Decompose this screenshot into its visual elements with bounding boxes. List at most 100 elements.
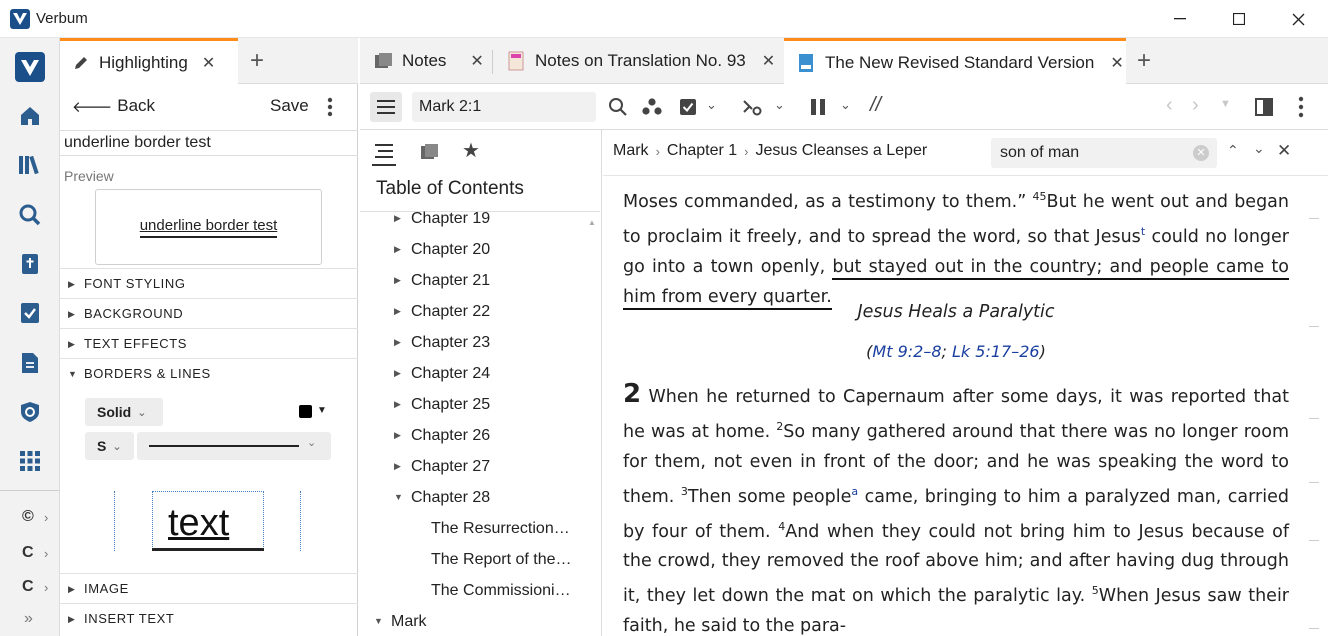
more-options-icon[interactable] [326,96,338,118]
search-icon[interactable] [606,95,630,119]
expand-icon[interactable]: ▶ [394,358,401,389]
history-dropdown-icon[interactable]: ▼ [1220,98,1231,110]
tab-notes[interactable]: Notes ✕ [374,38,492,84]
app-title: Verbum [36,10,88,27]
panel-layout-icon[interactable] [1252,95,1276,119]
close-tab-icon[interactable]: ✕ [470,51,483,71]
add-tab-button[interactable]: + [1137,47,1151,75]
border-size-dropdown[interactable]: S ⌄ [85,432,134,460]
section-text-effects[interactable]: ▶ TEXT EFFECTS [60,328,358,358]
toc-item-label: Chapter 23 [411,334,491,351]
sync-link-icon[interactable] [740,95,764,119]
toc-item[interactable]: ▶ Chapter 24 [360,358,600,389]
color-dropdown-icon[interactable]: ▼ [317,405,327,416]
parallel-slashes-icon[interactable]: // [870,94,881,117]
chevron-right-icon[interactable]: › [44,510,48,525]
tab-nrsv[interactable]: The New Revised Standard Version ✕ [784,38,1126,84]
xref-link[interactable]: Mt 9:2–8 [872,342,941,361]
breadcrumb-chapter[interactable]: Chapter 1 [667,142,737,160]
parallel-icon[interactable] [806,95,830,119]
shortcut-copyright[interactable]: © [22,508,34,526]
tab-favorites-star-icon[interactable]: ★ [462,138,480,163]
document-icon[interactable] [14,347,46,379]
close-search-icon[interactable]: ✕ [1277,141,1291,161]
next-match-icon[interactable]: ⌄ [1253,140,1265,157]
toc-item[interactable]: ▶ Chapter 25 [360,389,600,420]
minimize-icon[interactable] [1167,6,1193,32]
section-font-styling[interactable]: ▶ FONT STYLING [60,268,358,298]
collapse-icon[interactable]: ▼ [374,606,383,636]
close-tab-icon[interactable]: ✕ [762,51,775,71]
toc-item[interactable]: ▼ Chapter 28 [360,482,600,513]
chevron-down-icon[interactable]: ⌄ [840,97,851,113]
checklist-icon[interactable] [676,95,700,119]
close-tab-icon[interactable]: ✕ [202,53,215,73]
tab-contents[interactable] [372,138,396,166]
line-style-dropdown[interactable]: ⌄ [137,432,331,460]
section-borders-lines[interactable]: ▼ BORDERS & LINES [60,358,358,388]
toc-item[interactable]: ▶ Chapter 27 [360,451,600,482]
section-image[interactable]: ▶ IMAGE [60,573,358,603]
shortcut-c-2[interactable]: C [22,578,34,596]
library-icon[interactable] [14,149,46,181]
chevron-right-icon[interactable]: › [44,546,48,561]
chevron-down-icon[interactable]: ⌄ [706,97,717,113]
chevron-right-icon[interactable]: › [44,580,48,595]
maximize-icon[interactable] [1226,6,1252,32]
search-icon[interactable] [14,199,46,231]
home-icon[interactable] [14,100,46,132]
more-options-icon[interactable] [1297,96,1305,123]
verbum-home-logo-icon[interactable] [15,52,45,82]
expand-icon[interactable]: ▶ [394,203,401,234]
bible-icon[interactable] [14,248,46,280]
forward-arrow-icon[interactable]: › [1192,94,1199,117]
expand-sidebar-icon[interactable]: » [24,610,33,628]
tab-notes-on-translation[interactable]: Notes on Translation No. 93 ✕ [508,38,776,84]
tab-highlighting[interactable]: Highlighting ✕ [60,38,238,84]
toc-subitem[interactable]: The Resurrection… [360,513,600,544]
shortcut-c-1[interactable]: C [22,544,34,562]
save-button[interactable]: Save [270,96,309,116]
reference-input[interactable]: Mark 2:1 [412,92,596,122]
toc-item[interactable]: ▶ Chapter 21 [360,265,600,296]
toc-book-item[interactable]: ▼ Mark [360,606,600,636]
expand-icon[interactable]: ▶ [394,420,401,451]
expand-icon[interactable]: ▶ [394,296,401,327]
expand-icon[interactable]: ▶ [394,451,401,482]
color-swatch[interactable] [299,405,312,418]
toc-item[interactable]: ▶ Chapter 26 [360,420,600,451]
expand-icon[interactable]: ▶ [394,265,401,296]
toc-item[interactable]: ▶ Chapter 22 [360,296,600,327]
shield-icon[interactable] [14,396,46,428]
find-in-document-input[interactable]: son of man [991,138,1217,168]
back-arrow-icon[interactable]: ‹ [1166,94,1173,117]
border-style-dropdown[interactable]: Solid ⌄ [85,398,163,426]
toc-item[interactable]: ▶ Chapter 19 [360,203,600,234]
back-button[interactable]: 🡐 Back [72,96,155,116]
section-insert-text[interactable]: ▶ INSERT TEXT [60,603,358,633]
toc-subitem[interactable]: The Commissioni… [360,575,600,606]
checklist-icon[interactable] [14,297,46,329]
toc-subitem[interactable]: The Report of the… [360,544,600,575]
add-tab-button[interactable]: + [250,47,264,75]
breadcrumb-section[interactable]: Jesus Cleanses a Leper [756,142,928,160]
close-tab-icon[interactable]: ✕ [1110,53,1123,73]
resource-graph-icon[interactable] [640,95,664,119]
xref-link[interactable]: Lk 5:17–26 [952,342,1040,361]
menu-icon[interactable] [370,92,402,122]
close-icon[interactable] [1285,6,1311,32]
apps-grid-icon[interactable] [14,445,46,477]
clear-search-icon[interactable]: ✕ [1193,145,1209,161]
expand-icon[interactable]: ▶ [394,234,401,265]
section-background[interactable]: ▶ BACKGROUND [60,298,358,328]
style-name-input[interactable]: underline border test [60,130,358,156]
toc-item[interactable]: ▶ Chapter 20 [360,234,600,265]
tab-pages[interactable] [418,140,442,164]
chevron-down-icon[interactable]: ⌄ [774,97,785,113]
previous-match-icon[interactable]: ⌃ [1227,142,1239,159]
expand-icon[interactable]: ▶ [394,389,401,420]
collapse-icon[interactable]: ▼ [394,482,403,513]
breadcrumb-book[interactable]: Mark [613,142,649,160]
toc-item[interactable]: ▶ Chapter 23 [360,327,600,358]
expand-icon[interactable]: ▶ [394,327,401,358]
